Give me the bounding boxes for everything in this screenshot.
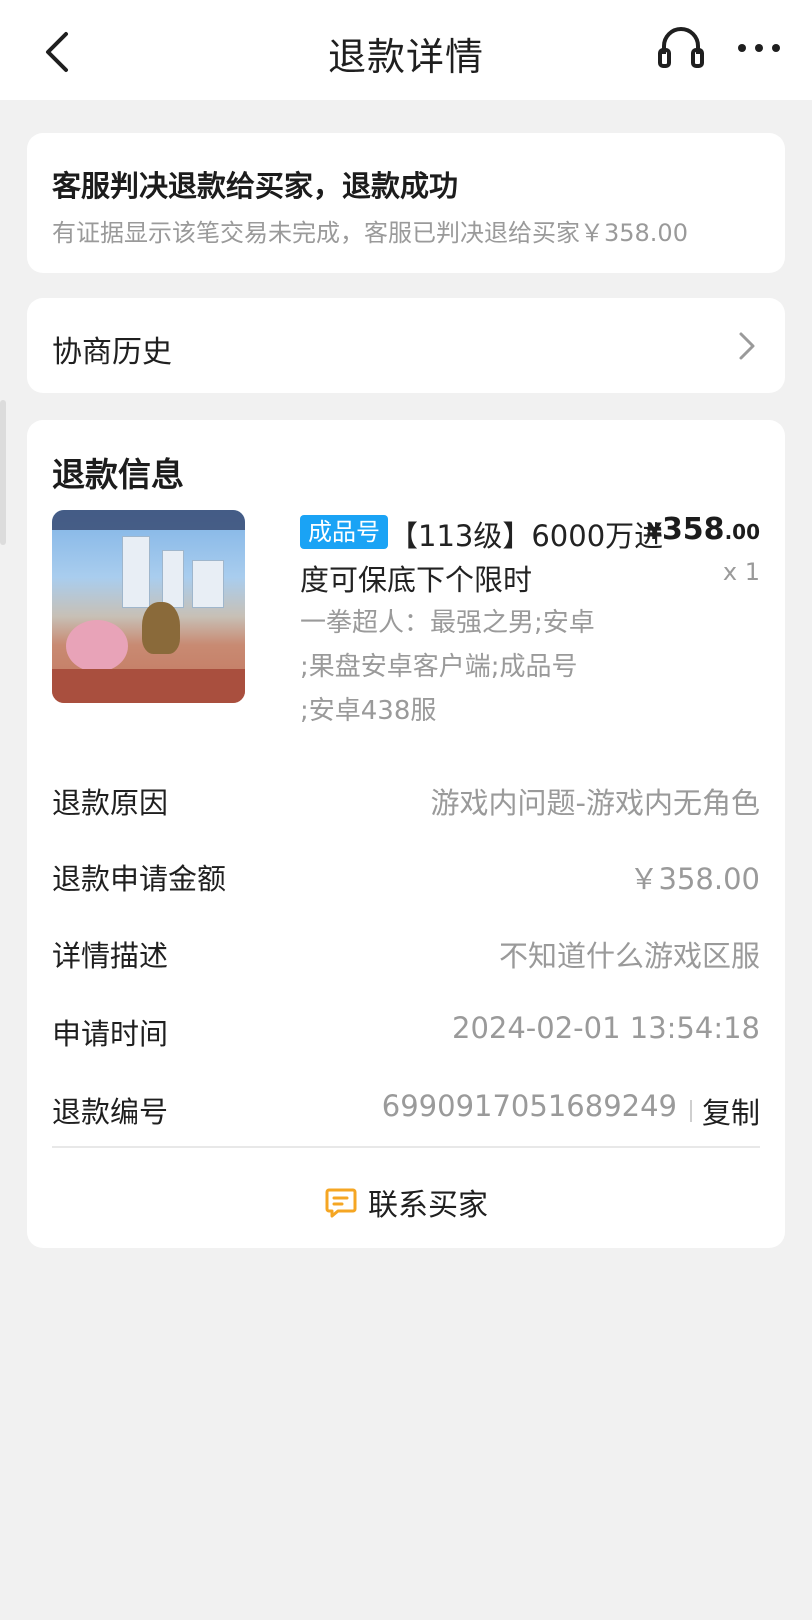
- status-description: 有证据显示该笔交易未完成，客服已判决退给买家￥358.00: [52, 219, 688, 247]
- refund-info-card: 退款信息 成品号 【113级】6000万进 度可保底下个限时 一拳超人：最强之男…: [27, 420, 785, 1248]
- copy-button[interactable]: 复制: [702, 1090, 760, 1132]
- thumb-tree: [66, 620, 128, 672]
- product-detail-line2: ;果盘安卓客户端;成品号: [300, 652, 578, 682]
- refund-number-value: 6990917051689249: [381, 1089, 677, 1123]
- headset-icon[interactable]: [656, 24, 706, 74]
- scroll-indicator: [0, 400, 6, 545]
- price-decimal: .00: [724, 520, 760, 544]
- refund-amount-value: ￥358.00: [629, 862, 760, 896]
- refund-status-card: 客服判决退款给买家，退款成功 有证据显示该笔交易未完成，客服已判决退给买家￥35…: [27, 133, 785, 273]
- apply-time-label: 申请时间: [52, 1017, 169, 1051]
- product-name-line1: 【113级】6000万进: [389, 519, 664, 553]
- product-thumbnail[interactable]: [52, 510, 245, 703]
- product-tag: 成品号: [300, 515, 388, 549]
- thumb-topbar: [52, 510, 245, 530]
- refund-reason-label: 退款原因: [52, 786, 169, 820]
- detail-description-label: 详情描述: [52, 939, 169, 973]
- product-name-line2: 度可保底下个限时: [300, 563, 533, 597]
- thumb-building: [122, 536, 150, 608]
- thumb-character: [142, 602, 180, 654]
- negotiation-history-link[interactable]: 协商历史: [27, 298, 785, 393]
- product-detail-line1: 一拳超人：最强之男;安卓: [300, 608, 595, 638]
- thumb-building: [162, 550, 184, 608]
- history-label: 协商历史: [52, 335, 172, 370]
- refund-amount-label: 退款申请金额: [52, 862, 227, 896]
- refund-reason-value: 游戏内问题-游戏内无角色: [430, 786, 760, 820]
- refund-info-title: 退款信息: [52, 455, 184, 494]
- contact-buyer-label: 联系买家: [368, 1188, 488, 1223]
- price-integer: 358: [661, 512, 725, 547]
- product-quantity: x 1: [722, 558, 760, 586]
- chat-icon: [325, 1188, 357, 1218]
- divider: [52, 1146, 760, 1148]
- thumb-ground: [52, 669, 245, 703]
- thumb-building: [192, 560, 224, 608]
- product-detail-line3: ;安卓438服: [300, 696, 437, 726]
- apply-time-value: 2024-02-01 13:54:18: [452, 1011, 760, 1045]
- contact-buyer-button[interactable]: 联系买家: [27, 1180, 785, 1223]
- more-dots-icon[interactable]: [736, 36, 782, 60]
- product-price: ¥358.00: [647, 512, 760, 547]
- refund-number-label: 退款编号: [52, 1095, 169, 1129]
- price-symbol: ¥: [646, 520, 662, 545]
- status-title: 客服判决退款给买家，退款成功: [52, 169, 459, 203]
- copy-separator: [690, 1100, 692, 1122]
- chevron-right-icon: [739, 332, 755, 360]
- top-nav-bar: 退款详情: [0, 0, 812, 100]
- detail-description-value: 不知道什么游戏区服: [498, 939, 760, 973]
